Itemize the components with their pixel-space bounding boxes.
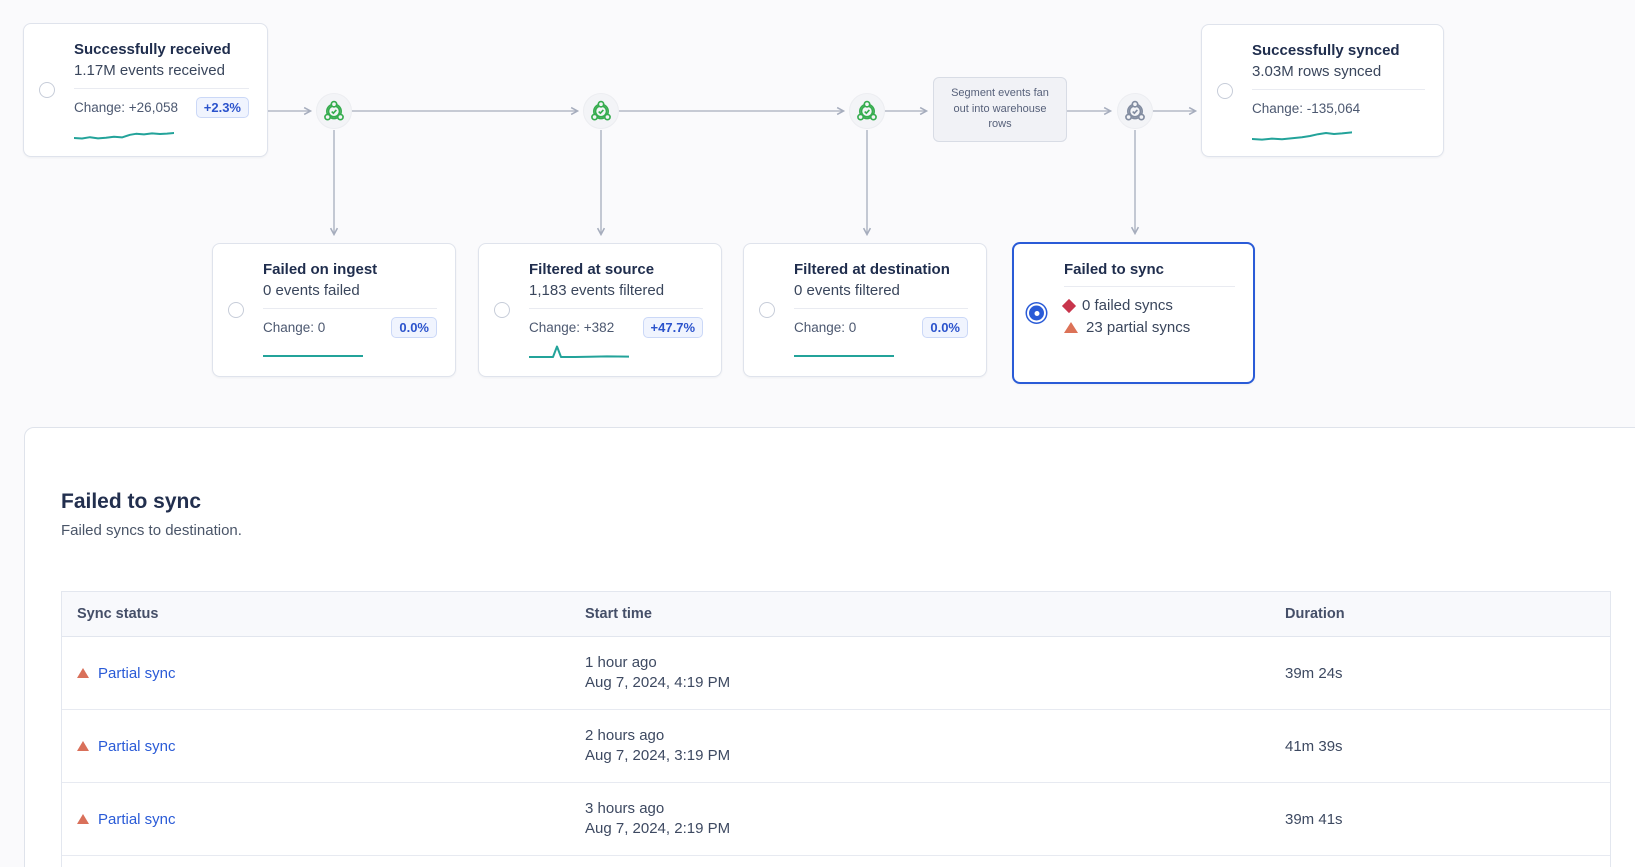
change-label: Change: -135,064 <box>1252 101 1360 116</box>
failed-to-sync-panel: Failed to sync Failed syncs to destinati… <box>24 427 1635 867</box>
relative-time: 2 hours ago <box>585 726 664 746</box>
pipeline-node-icon <box>1117 93 1153 129</box>
change-badge: +2.3% <box>196 97 249 118</box>
failed-syncs-stat: 0 failed syncs <box>1082 296 1173 315</box>
relative-time: 3 hours ago <box>585 799 664 819</box>
card-successfully-received[interactable]: Successfully received 1.17M events recei… <box>23 23 268 157</box>
timestamp: Aug 7, 2024, 3:19 PM <box>585 746 730 766</box>
column-header-duration: Duration <box>1270 592 1610 636</box>
panel-title: Failed to sync <box>61 490 201 514</box>
change-label: Change: 0 <box>263 320 325 335</box>
card-subtitle: 0 events failed <box>263 280 437 301</box>
card-title: Failed on ingest <box>263 260 437 280</box>
table-row: Partial sync 1 hour ago Aug 7, 2024, 4:1… <box>62 637 1610 710</box>
sparkline <box>1252 124 1352 144</box>
duration: 39m 41s <box>1285 811 1343 828</box>
table-row-clipped <box>62 856 1610 867</box>
radio-failed-on-ingest[interactable] <box>228 302 244 318</box>
card-failed-to-sync[interactable]: Failed to sync 0 failed syncs 23 partial… <box>1012 242 1255 384</box>
radio-successfully-synced[interactable] <box>1217 83 1233 99</box>
card-title: Failed to sync <box>1064 260 1235 280</box>
change-badge: +47.7% <box>643 317 703 338</box>
pipeline-node-icon <box>849 93 885 129</box>
warning-triangle-icon <box>77 814 89 824</box>
card-title: Filtered at destination <box>794 260 968 280</box>
partial-syncs-stat: 23 partial syncs <box>1086 318 1190 337</box>
pipeline-node-icon <box>583 93 619 129</box>
duration: 39m 24s <box>1285 665 1343 682</box>
card-title: Successfully synced <box>1252 41 1425 61</box>
card-subtitle: 3.03M rows synced <box>1252 61 1425 82</box>
change-badge: 0.0% <box>922 317 968 338</box>
table-row: Partial sync 2 hours ago Aug 7, 2024, 3:… <box>62 710 1610 783</box>
column-header-sync-status: Sync status <box>62 592 570 636</box>
partial-sync-link[interactable]: Partial sync <box>98 665 176 682</box>
change-label: Change: 0 <box>794 320 856 335</box>
radio-filtered-at-source[interactable] <box>494 302 510 318</box>
table-row: Partial sync 3 hours ago Aug 7, 2024, 2:… <box>62 783 1610 856</box>
sparkline <box>263 344 363 364</box>
column-header-start-time: Start time <box>570 592 1270 636</box>
card-successfully-synced[interactable]: Successfully synced 3.03M rows synced Ch… <box>1201 24 1444 157</box>
divider <box>263 308 437 309</box>
warning-triangle-icon <box>1064 322 1078 333</box>
pipeline-node-icon <box>316 93 352 129</box>
relative-time: 1 hour ago <box>585 653 657 673</box>
divider <box>74 88 249 89</box>
table-header-row: Sync status Start time Duration <box>62 592 1610 637</box>
duration: 41m 39s <box>1285 738 1343 755</box>
partial-sync-link[interactable]: Partial sync <box>98 738 176 755</box>
card-title: Filtered at source <box>529 260 703 280</box>
card-subtitle: 1.17M events received <box>74 60 249 81</box>
sparkline <box>529 344 629 364</box>
partial-sync-link[interactable]: Partial sync <box>98 811 176 828</box>
warning-triangle-icon <box>77 741 89 751</box>
sparkline <box>74 124 174 144</box>
sparkline <box>794 344 894 364</box>
card-title: Successfully received <box>74 40 249 60</box>
radio-filtered-at-destination[interactable] <box>759 302 775 318</box>
divider <box>1252 89 1425 90</box>
timestamp: Aug 7, 2024, 4:19 PM <box>585 673 730 693</box>
card-subtitle: 0 events filtered <box>794 280 968 301</box>
change-label: Change: +382 <box>529 320 614 335</box>
panel-subtitle: Failed syncs to destination. <box>61 522 242 539</box>
warning-triangle-icon <box>77 668 89 678</box>
divider <box>1064 286 1235 287</box>
divider <box>794 308 968 309</box>
divider <box>529 308 703 309</box>
radio-failed-to-sync[interactable] <box>1029 306 1044 321</box>
fanout-note-text: Segment events fan out into warehouse ro… <box>946 86 1054 134</box>
change-label: Change: +26,058 <box>74 100 178 115</box>
change-badge: 0.0% <box>391 317 437 338</box>
card-failed-on-ingest[interactable]: Failed on ingest 0 events failed Change:… <box>212 243 456 377</box>
radio-successfully-received[interactable] <box>39 82 55 98</box>
card-filtered-at-destination[interactable]: Filtered at destination 0 events filtere… <box>743 243 987 377</box>
fanout-note: Segment events fan out into warehouse ro… <box>933 77 1067 142</box>
failed-diamond-icon <box>1062 298 1076 312</box>
sync-table: Sync status Start time Duration Partial … <box>61 591 1611 867</box>
card-subtitle: 1,183 events filtered <box>529 280 703 301</box>
timestamp: Aug 7, 2024, 2:19 PM <box>585 819 730 839</box>
card-filtered-at-source[interactable]: Filtered at source 1,183 events filtered… <box>478 243 722 377</box>
